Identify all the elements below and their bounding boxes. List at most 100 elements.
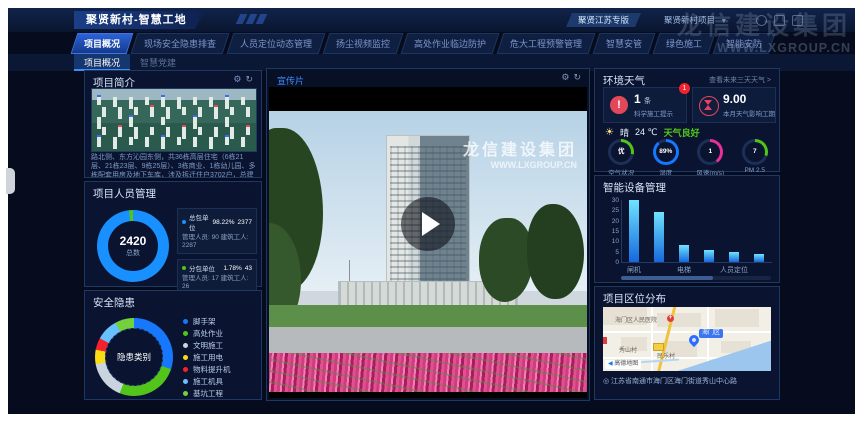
project-description: 路北侧、东方沁园东侧，共36栋高层住宅（6栋21层、21栋23层、9栋25层）、… — [91, 153, 257, 177]
building-block — [134, 107, 138, 115]
building-block — [193, 117, 197, 129]
video-frame: 龙信建设集团 WWW.LXGROUP.CN — [269, 111, 587, 392]
gear-icon[interactable]: ⚙ — [561, 72, 569, 82]
panel-project-intro: 项目简介 ⚙↻ 路北侧、东方沁园东侧，共36栋高层住宅（6栋21层、21栋23层… — [84, 70, 262, 178]
building-block — [129, 117, 133, 127]
refresh-icon[interactable]: ↻ — [573, 72, 581, 82]
nav-tab-label: 扬尘视频监控 — [336, 37, 390, 50]
weather-forecast-link[interactable]: 查看未来三天天气 > — [709, 75, 771, 85]
nav-tab-label: 智慧安管 — [606, 37, 642, 50]
map-block — [715, 309, 759, 327]
legend-dot — [183, 331, 188, 336]
nav-tab[interactable]: 人员定位动态管理 — [227, 33, 326, 54]
construction-tips-card: ! 1 条 科学施工提示 1 — [603, 87, 687, 123]
nav-tab[interactable]: 绿色施工 — [653, 33, 716, 54]
current-weather: ☀ 晴 24 ℃ 天气良好 — [605, 126, 700, 139]
panel-title: 智能设备管理 — [595, 176, 779, 197]
building-block — [182, 107, 186, 115]
nav-tab[interactable]: 项目概况 — [71, 33, 134, 54]
device-bar-chart: 051015202530闸机电梯人员定位 — [621, 200, 772, 263]
nav-tab-label: 危大工程预警管理 — [510, 37, 582, 50]
building-block — [209, 97, 213, 107]
map-hospital-label: 海门区人民医院 — [615, 315, 657, 324]
panel-weather: 环境天气 查看未来三天天气 > ! 1 条 科学施工提示 1 9.00 本月天气… — [594, 68, 780, 172]
message-icon[interactable] — [774, 15, 785, 26]
gauge-ring: 优 — [608, 139, 634, 165]
sidebar-collapse-handle[interactable] — [6, 168, 15, 194]
video-player[interactable]: 龙信建设集团 WWW.LXGROUP.CN — [269, 87, 587, 398]
weather-gauge: 1风速(m/s) — [689, 139, 731, 177]
nav-tab[interactable]: 智慧安管 — [593, 33, 656, 54]
legend-dot — [182, 220, 186, 224]
weather-gauge: 7PM 2.5 — [734, 139, 776, 177]
gear-icon[interactable]: ⚙ — [233, 74, 241, 84]
nav-tab-label: 高处作业临边防护 — [414, 37, 486, 50]
device-bar — [754, 254, 764, 262]
nav-tab[interactable]: 扬尘视频监控 — [323, 33, 404, 54]
nav-tab[interactable]: 现场安全隐患排查 — [131, 33, 230, 54]
building-block — [145, 137, 149, 147]
building-block — [241, 137, 245, 147]
page-title: 聚贤新村-智慧工地 — [74, 11, 205, 29]
weather-gauge: 优空气状况 — [600, 139, 642, 177]
flower-bed — [269, 353, 587, 392]
project-select[interactable]: 聚贤新村项目 ▼ — [664, 14, 727, 26]
legend-dot — [183, 391, 188, 396]
sub-nav-tab[interactable]: 项目概况 — [74, 54, 130, 71]
chart-scrollbar — [621, 276, 771, 280]
personnel-legend-item: 总包单位98.22%2377管理人员: 90 建筑工人: 2287 — [177, 208, 257, 254]
sub-nav-tab[interactable]: 智慧党建 — [130, 54, 186, 71]
building-block — [225, 97, 229, 109]
y-axis-tick: 10 — [603, 238, 619, 245]
panel-title: 安全隐患 — [85, 291, 261, 312]
y-axis-tick: 25 — [603, 207, 619, 214]
legend-label: 高处作业 — [193, 328, 223, 339]
building-block — [113, 137, 117, 149]
legend-label: 施工用电 — [193, 352, 223, 363]
panel-title: 项目人员管理 — [85, 182, 261, 203]
nav-tab-label: 人员定位动态管理 — [240, 37, 312, 50]
play-button[interactable] — [401, 197, 455, 251]
nav-tab[interactable]: 智能安防 — [713, 33, 776, 54]
nav-tab[interactable]: 高处作业临边防护 — [401, 33, 500, 54]
device-bar — [679, 245, 689, 262]
x-axis-label: 人员定位 — [714, 265, 754, 275]
main-nav: 项目概况现场安全隐患排查人员定位动态管理 扬尘视频监控 高处作业临边防护 危大工程预警… — [74, 33, 776, 53]
alarm-icon: ! — [610, 96, 628, 114]
project-render-image — [91, 88, 257, 152]
building-block — [102, 127, 106, 135]
nav-tab-label: 智能安防 — [726, 37, 762, 50]
search-icon[interactable] — [756, 15, 767, 26]
building-block — [161, 117, 165, 125]
y-axis-tick: 15 — [603, 228, 619, 235]
nav-tab-label: 项目概况 — [84, 37, 120, 50]
nav-tab-label: 绿色施工 — [666, 37, 702, 50]
refresh-icon[interactable]: ↻ — [245, 74, 253, 84]
x-axis-label: 电梯 — [664, 265, 704, 275]
building-block — [97, 137, 101, 147]
building-block — [150, 127, 154, 135]
personnel-total: 2420 — [97, 234, 169, 248]
header: 聚贤新村-智慧工地 聚贤江苏专版 聚贤新村项目 ▼ — [8, 8, 855, 32]
gauge-ring: 7 — [742, 139, 768, 165]
nav-tab[interactable]: 危大工程预警管理 — [497, 33, 596, 54]
fullscreen-icon[interactable] — [792, 15, 803, 26]
building-block — [241, 97, 245, 105]
building-block — [246, 127, 250, 135]
safety-legend-item: 施工用电 — [183, 351, 231, 363]
building-block — [182, 127, 186, 139]
notification-badge: 1 — [679, 83, 690, 94]
alert-unit: 条 — [644, 98, 651, 105]
location-map[interactable]: 海门区人民医院 + 海门区 秀山村 民乐村 ◀ 高德地图 — [603, 307, 771, 371]
legend-row: 总包单位98.22%2377 — [182, 212, 252, 232]
building-block — [150, 107, 154, 117]
safety-legend-item: 文明施工 — [183, 339, 231, 351]
chart-scrollbar-thumb[interactable] — [621, 276, 713, 280]
gauge-value: 1 — [697, 139, 723, 165]
hourglass-icon — [699, 96, 719, 116]
region-edition-button[interactable]: 聚贤江苏专版 — [566, 13, 641, 27]
gauge-ring: 89% — [653, 139, 679, 165]
safety-legend: 脚手架高处作业文明施工施工用电物料提升机施工机具基坑工程 — [183, 315, 231, 399]
gauge-value: 89% — [653, 139, 679, 165]
panel-smart-devices: 智能设备管理 051015202530闸机电梯人员定位 — [594, 175, 780, 283]
